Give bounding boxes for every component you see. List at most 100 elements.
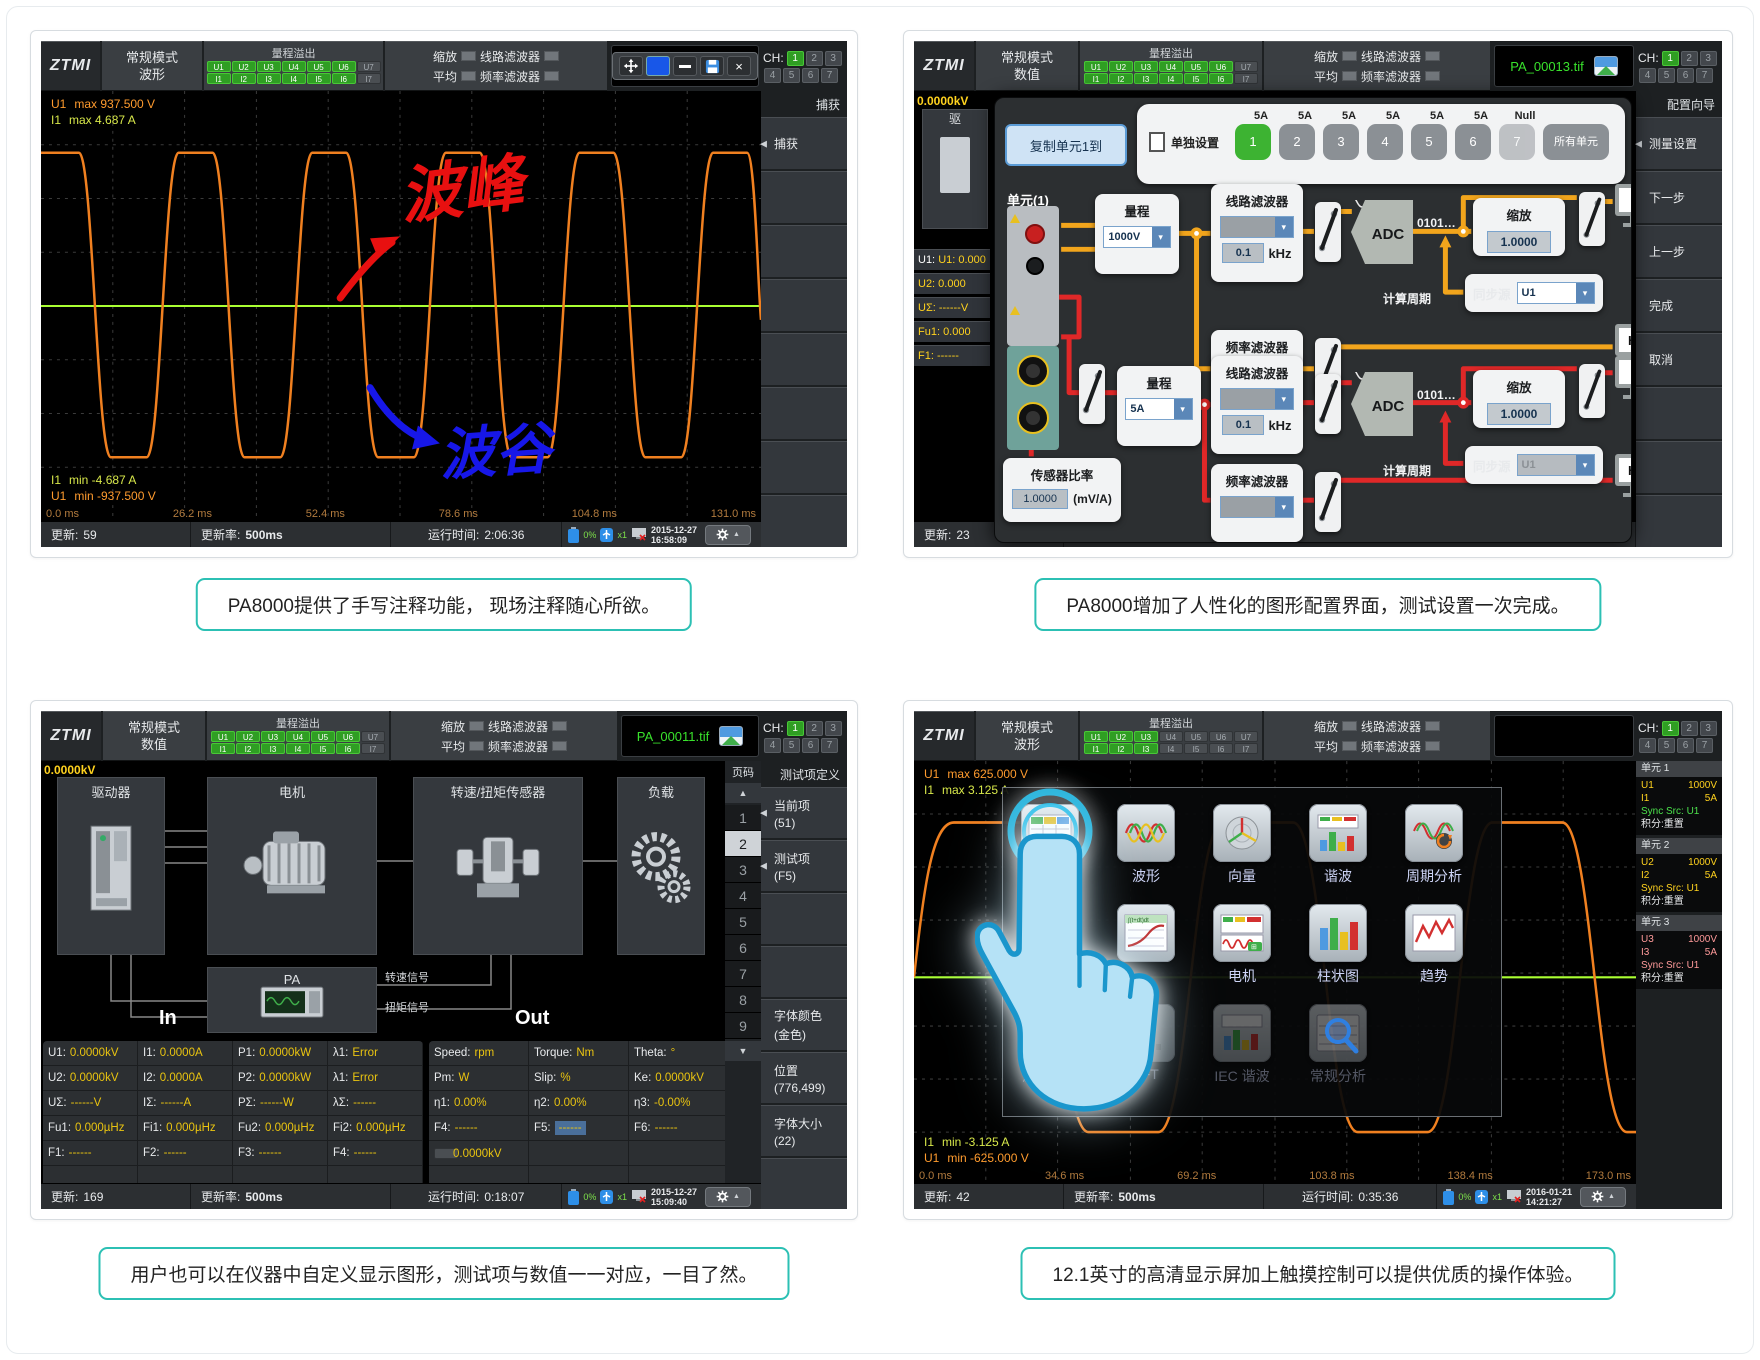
app-icon-harmonics[interactable] [1309, 804, 1367, 862]
page-number-3[interactable]: 3 [725, 857, 761, 883]
app-icon-iec-harmonics[interactable] [1213, 1004, 1271, 1062]
sidebar-button-empty[interactable] [761, 495, 847, 547]
freq-filter-select[interactable]: ▾ [1220, 496, 1294, 518]
channel-button-6[interactable]: 6 [802, 68, 819, 83]
line-filter-checkbox[interactable] [552, 721, 567, 731]
diagram-box-load[interactable]: 负载 [617, 777, 705, 955]
finish-button[interactable]: 完成 [1636, 279, 1722, 331]
app-icon-trend[interactable] [1405, 904, 1463, 962]
measure-settings-button[interactable]: ◀测量设置 [1636, 117, 1722, 169]
current-item-button[interactable]: ◀当前项(51) [761, 787, 847, 838]
app-icon-vector[interactable] [1213, 804, 1271, 862]
freq-filter-checkbox[interactable] [1425, 741, 1440, 751]
app-icon-motor[interactable]: ⊞ [1213, 904, 1271, 962]
channel-button-2[interactable]: 2 [806, 51, 823, 66]
save-button[interactable] [700, 56, 724, 76]
capture-button[interactable]: ◀捕获 [761, 117, 847, 169]
unit-button-5[interactable]: 5 [1411, 124, 1447, 160]
average-checkbox[interactable] [461, 71, 476, 81]
mode-selector[interactable]: 常规模式数值 [103, 711, 205, 761]
app-icon-cycle-analysis[interactable] [1405, 804, 1463, 862]
sidebar-button-empty[interactable] [1636, 495, 1722, 547]
page-down-button[interactable]: ▼ [725, 1041, 761, 1061]
channel-button-1[interactable]: 1 [1662, 51, 1679, 66]
channel-button-5[interactable]: 5 [1658, 68, 1675, 83]
app-icon-bar-chart[interactable] [1309, 904, 1367, 962]
sidebar-button-empty[interactable] [761, 946, 847, 997]
scale-value-field[interactable]: 1.0000 [1487, 403, 1551, 425]
average-checkbox[interactable] [1342, 71, 1357, 81]
unit-button-7[interactable]: 7 [1499, 124, 1535, 160]
unit-button-2[interactable]: 2 [1279, 124, 1315, 160]
page-number-1[interactable]: 1 [725, 805, 761, 831]
sidebar-button-empty[interactable] [1636, 441, 1722, 493]
freq-filter-checkbox[interactable] [544, 71, 559, 81]
freq-filter-checkbox[interactable] [552, 741, 567, 751]
channel-button-7[interactable]: 7 [1696, 68, 1713, 83]
waveform-plot[interactable]: U1max 937.500 V I1max 4.687 A I1min -4.6… [41, 91, 761, 521]
image-icon[interactable] [719, 726, 743, 746]
unit-button-1[interactable]: 1 [1235, 124, 1271, 160]
channel-button-7[interactable]: 7 [1696, 738, 1713, 753]
line-filter-select[interactable]: ▾ [1220, 216, 1294, 238]
channel-button-3[interactable]: 3 [825, 51, 842, 66]
mode-selector[interactable]: 常规模式波形 [976, 711, 1078, 761]
cutoff-field[interactable]: 0.1 [1222, 243, 1264, 263]
page-number-5[interactable]: 5 [725, 909, 761, 935]
page-number-8[interactable]: 8 [725, 987, 761, 1013]
close-icon[interactable]: × [727, 56, 751, 76]
all-units-button[interactable]: 所有单元 [1543, 124, 1609, 160]
minimize-button[interactable] [673, 56, 697, 76]
zoom-checkbox[interactable] [1342, 51, 1357, 61]
sidebar-button-empty[interactable] [761, 225, 847, 277]
sidebar-button-empty[interactable] [761, 1158, 847, 1209]
channel-button-5[interactable]: 5 [783, 68, 800, 83]
average-checkbox[interactable] [469, 741, 484, 751]
page-up-button[interactable]: ▲ [725, 783, 761, 803]
zoom-checkbox[interactable] [1342, 721, 1357, 731]
voltage-range-select[interactable]: 1000V▾ [1103, 226, 1170, 248]
diagram-box-motor[interactable]: 电机 [207, 777, 377, 955]
channel-button-4[interactable]: 4 [764, 68, 781, 83]
page-number-4[interactable]: 4 [725, 883, 761, 909]
channel-button-4[interactable]: 4 [764, 738, 781, 753]
settings-gear-button[interactable]: ▲ [1580, 1187, 1626, 1207]
prev-step-button[interactable]: 上一步 [1636, 225, 1722, 277]
pen-color-button[interactable] [646, 56, 670, 76]
zoom-checkbox[interactable] [461, 51, 476, 61]
page-number-7[interactable]: 7 [725, 961, 761, 987]
channel-button-2[interactable]: 2 [1681, 51, 1698, 66]
font-color-button[interactable]: 字体颜色(金色) [761, 999, 847, 1050]
page-number-2[interactable]: 2 [725, 831, 761, 857]
channel-button-5[interactable]: 5 [783, 738, 800, 753]
sidebar-button-empty[interactable] [761, 441, 847, 493]
switch-icon[interactable] [1579, 364, 1605, 418]
channel-button-2[interactable]: 2 [1681, 721, 1698, 736]
current-range-select[interactable]: 5A▾ [1125, 398, 1192, 420]
sensor-ratio-field[interactable]: 1.0000 [1012, 489, 1068, 509]
position-button[interactable]: 位置(776,499) [761, 1052, 847, 1103]
switch-icon[interactable] [1579, 192, 1605, 246]
copy-unit-button[interactable]: 复制单元1到 [1005, 124, 1127, 166]
sidebar-button-empty[interactable] [761, 387, 847, 439]
image-icon[interactable] [1594, 56, 1618, 76]
channel-button-7[interactable]: 7 [821, 68, 838, 83]
freq-filter-checkbox[interactable] [1425, 71, 1440, 81]
mode-selector[interactable]: 常规模式数值 [976, 41, 1078, 91]
sidebar-button-empty[interactable] [1636, 387, 1722, 439]
cutoff-field[interactable]: 0.1 [1222, 415, 1264, 435]
sync-source-select[interactable]: U1▾ [1517, 282, 1595, 304]
switch-icon[interactable] [1315, 374, 1341, 434]
scale-value-field[interactable]: 1.0000 [1487, 231, 1551, 253]
channel-button-6[interactable]: 6 [802, 738, 819, 753]
unit-button-6[interactable]: 6 [1455, 124, 1491, 160]
zoom-checkbox[interactable] [469, 721, 484, 731]
channel-button-6[interactable]: 6 [1677, 738, 1694, 753]
channel-button-1[interactable]: 1 [1662, 721, 1679, 736]
cancel-button[interactable]: 取消 [1636, 333, 1722, 385]
next-step-button[interactable]: 下一步 [1636, 171, 1722, 223]
diagram-box-drive[interactable]: 驱动器 [57, 777, 165, 955]
switch-icon[interactable] [1315, 472, 1341, 532]
settings-gear-button[interactable]: ▲ [705, 1187, 751, 1207]
channel-button-2[interactable]: 2 [806, 721, 823, 736]
